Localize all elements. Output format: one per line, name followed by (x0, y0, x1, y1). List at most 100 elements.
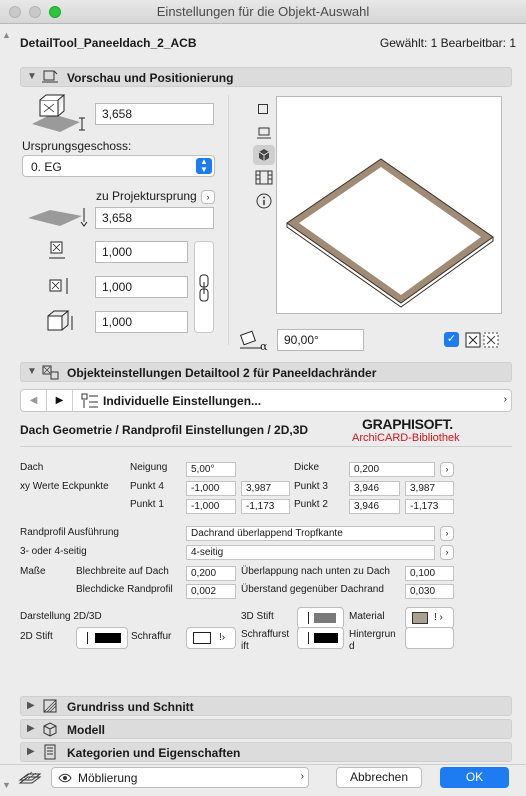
minimize-window-button[interactable] (29, 6, 41, 18)
thickness-input[interactable]: 0,200 (349, 462, 435, 477)
sheet-thickness-label: Blechdicke Randprofil (76, 584, 173, 595)
layer-select[interactable]: Möblierung › (51, 767, 309, 788)
section-header-categories[interactable]: ▶ Kategorien und Eigenschaften (20, 742, 512, 762)
overlap-input[interactable]: 0,100 (405, 566, 454, 581)
project-origin-input[interactable]: 3,658 (95, 207, 214, 229)
section-header-floor-plan[interactable]: ▶ Grundriss und Schnitt (20, 696, 512, 716)
view-section-icon[interactable] (256, 126, 272, 140)
point1-y-input[interactable]: -1,173 (241, 499, 290, 514)
point3-y-input[interactable]: 3,987 (405, 481, 454, 496)
hatch-swatch (193, 632, 211, 644)
section-header-object-settings[interactable]: ▼ Objekteinstellungen Detailtool 2 für P… (20, 362, 512, 382)
pen-3d-label: 3D Stift (241, 611, 274, 622)
object-name: DetailTool_Paneeldach_2_ACB (20, 36, 197, 50)
scroll-down-arrow-icon[interactable]: ▼ (2, 780, 11, 790)
project-origin-label: zu Projektursprung (96, 189, 197, 203)
mirror-x-icon[interactable] (465, 332, 481, 348)
hatch-pen-button[interactable] (297, 627, 344, 649)
point2-x-input[interactable]: 3,946 (349, 499, 400, 514)
rotation-angle-input[interactable]: 90,00° (277, 329, 364, 351)
sheet-width-input[interactable]: 0,200 (186, 566, 236, 581)
pen-3d-button[interactable] (297, 607, 344, 629)
section-header-preview[interactable]: ▼ Vorschau und Positionierung (20, 67, 512, 87)
sides-chevron-button[interactable]: › (440, 545, 454, 560)
disclosure-open-icon: ▼ (27, 366, 37, 377)
previous-panel-button[interactable]: ◀ (21, 390, 47, 411)
panel-selector-chevron-icon: › (503, 394, 507, 405)
proportion-lock-button[interactable] (194, 241, 214, 333)
point4-y-input[interactable]: 3,987 (241, 481, 290, 496)
pen-3d-swatch (314, 613, 336, 623)
edge-profile-chevron-button[interactable]: › (440, 526, 454, 541)
column-divider (228, 95, 229, 345)
thickness-chevron-button[interactable]: › (440, 462, 454, 477)
close-window-button[interactable] (9, 6, 21, 18)
corner-points-label: xy Werte Eckpunkte (20, 481, 109, 492)
project-origin-chevron-button[interactable]: › (201, 190, 215, 204)
section-title-object-settings: Objekteinstellungen Detailtool 2 für Pan… (67, 366, 377, 380)
object-settings-icon (42, 365, 59, 380)
panel-selector[interactable]: ◀ ▶ Individuelle Einstellungen... › (20, 389, 512, 412)
roof-label: Dach (20, 462, 44, 473)
background-label: Hintergrun d (349, 629, 396, 652)
scroll-up-arrow-icon[interactable]: ▲ (2, 30, 11, 40)
graphisoft-logo: GRAPHISOFT. (362, 416, 453, 432)
view-3d-button[interactable] (253, 145, 275, 165)
layer-chevron-icon: › (300, 771, 304, 782)
view-2d-icon[interactable] (258, 104, 268, 114)
library-label: ArchiCARD-Bibliothek (352, 432, 460, 444)
svg-text:α: α (260, 340, 268, 352)
overhang-label: Überstand gegenüber Dachrand (241, 584, 384, 595)
preview-3d-viewport[interactable] (276, 96, 502, 314)
sides-select[interactable]: 4-seitig (186, 545, 435, 560)
material-swatch (412, 612, 428, 624)
cancel-button[interactable]: Abbrechen (336, 767, 422, 788)
section-header-model[interactable]: ▶ Modell (20, 719, 512, 739)
material-label: Material (349, 611, 385, 622)
material-button[interactable]: ! › (405, 607, 454, 629)
overhang-input[interactable]: 0,030 (405, 584, 454, 599)
sheet-width-label: Blechbreite auf Dach (76, 566, 169, 577)
hatch-pen-swatch (314, 633, 338, 643)
dimension-y-input[interactable]: 1,000 (95, 276, 188, 298)
height-input[interactable]: 3,658 (95, 103, 214, 125)
origin-floor-value: 0. EG (31, 160, 62, 174)
origin-floor-select[interactable]: 0. EG ▲ ▼ (22, 155, 215, 177)
zoom-window-button[interactable] (49, 6, 61, 18)
width-x-icon (49, 241, 65, 259)
next-panel-button[interactable]: ▶ (47, 390, 73, 411)
point3-x-input[interactable]: 3,946 (349, 481, 400, 496)
point3-label: Punkt 3 (294, 481, 328, 492)
ok-button[interactable]: OK (440, 767, 509, 788)
project-origin-icon (28, 208, 88, 227)
point4-label: Punkt 4 (130, 481, 164, 492)
dimension-x-input[interactable]: 1,000 (95, 241, 188, 263)
hatch-button[interactable]: !› (186, 627, 236, 649)
chain-link-icon (199, 274, 209, 302)
stepper-chevron-icon: ▲ ▼ (196, 158, 212, 174)
mirror-checkbox[interactable]: ✓ (444, 332, 459, 347)
pen-2d-button[interactable] (76, 627, 128, 649)
info-icon[interactable] (256, 193, 272, 209)
window-title: Einstellungen für die Objekt-Auswahl (156, 4, 370, 19)
section-title-floor-plan: Grundriss und Schnitt (67, 700, 194, 714)
model-cube-icon (43, 722, 57, 737)
overlap-label: Überlappung nach unten zu Dach (241, 566, 390, 577)
background-pen-button[interactable] (405, 627, 454, 649)
mirror-y-icon[interactable] (483, 332, 499, 348)
thickness-label: Dicke (294, 462, 320, 473)
point4-x-input[interactable]: -1,000 (186, 481, 236, 496)
point1-x-input[interactable]: -1,000 (186, 499, 236, 514)
slope-input[interactable]: 5,00° (186, 462, 236, 477)
disclosure-closed-icon: ▶ (27, 723, 35, 734)
slope-label: Neigung (130, 462, 168, 473)
edge-profile-select[interactable]: Dachrand überlappend Tropfkante (186, 526, 435, 541)
disclosure-closed-icon: ▶ (27, 746, 35, 757)
pen-2d-swatch (95, 633, 121, 643)
disclosure-closed-icon: ▶ (27, 700, 35, 711)
disclosure-open-icon: ▼ (27, 71, 37, 82)
sheet-thickness-input[interactable]: 0,002 (186, 584, 236, 599)
dimension-z-input[interactable]: 1,000 (95, 311, 188, 333)
view-elevation-icon[interactable] (255, 170, 273, 186)
point2-y-input[interactable]: -1,173 (405, 499, 454, 514)
